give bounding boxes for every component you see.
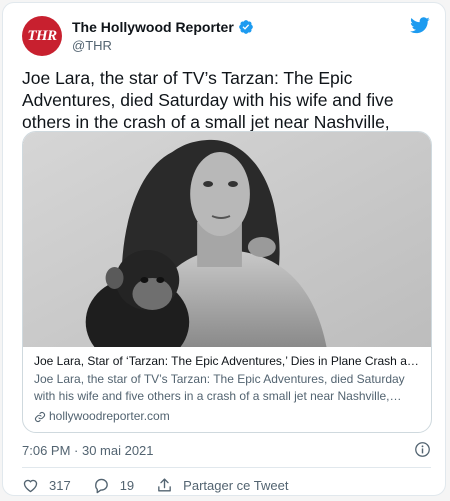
- avatar[interactable]: THR: [22, 16, 62, 56]
- share-button[interactable]: Partager ce Tweet: [156, 477, 288, 494]
- timestamp[interactable]: 7:06 PM · 30 mai 2021: [22, 443, 154, 458]
- link-card[interactable]: Joe Lara, Star of ‘Tarzan: The Epic Adve…: [22, 131, 432, 433]
- card-body: Joe Lara, Star of ‘Tarzan: The Epic Adve…: [23, 347, 431, 425]
- action-bar: 317 19 Partager ce Tweet: [22, 477, 310, 494]
- display-name[interactable]: The Hollywood Reporter: [72, 19, 234, 35]
- like-button[interactable]: 317: [22, 477, 71, 494]
- share-icon: [158, 478, 172, 492]
- reply-button[interactable]: 19: [93, 477, 134, 494]
- heart-icon: [23, 479, 38, 493]
- card-description: Joe Lara, the star of TV’s Tarzan: The E…: [34, 372, 405, 403]
- display-name-row[interactable]: The Hollywood Reporter: [72, 19, 254, 35]
- verified-icon: [238, 20, 253, 34]
- handle[interactable]: @THR: [72, 38, 254, 53]
- tweet-embed: THR The Hollywood Reporter @THR Joe Lara…: [2, 2, 446, 496]
- card-domain-row: hollywoodreporter.com: [34, 408, 420, 425]
- twitter-bird-icon[interactable]: [409, 15, 431, 35]
- divider: [22, 467, 431, 468]
- avatar-text: THR: [27, 27, 57, 44]
- card-domain: hollywoodreporter.com: [49, 409, 170, 423]
- author-info: The Hollywood Reporter @THR: [72, 19, 254, 53]
- card-image[interactable]: [23, 132, 431, 347]
- reply-count: 19: [119, 478, 135, 493]
- reply-icon: [94, 478, 108, 494]
- like-count: 317: [49, 478, 71, 493]
- info-icon[interactable]: [414, 441, 431, 458]
- share-label: Partager ce Tweet: [183, 478, 289, 493]
- card-title[interactable]: Joe Lara, Star of ‘Tarzan: The Epic Adve…: [34, 353, 420, 370]
- link-icon: [34, 411, 46, 422]
